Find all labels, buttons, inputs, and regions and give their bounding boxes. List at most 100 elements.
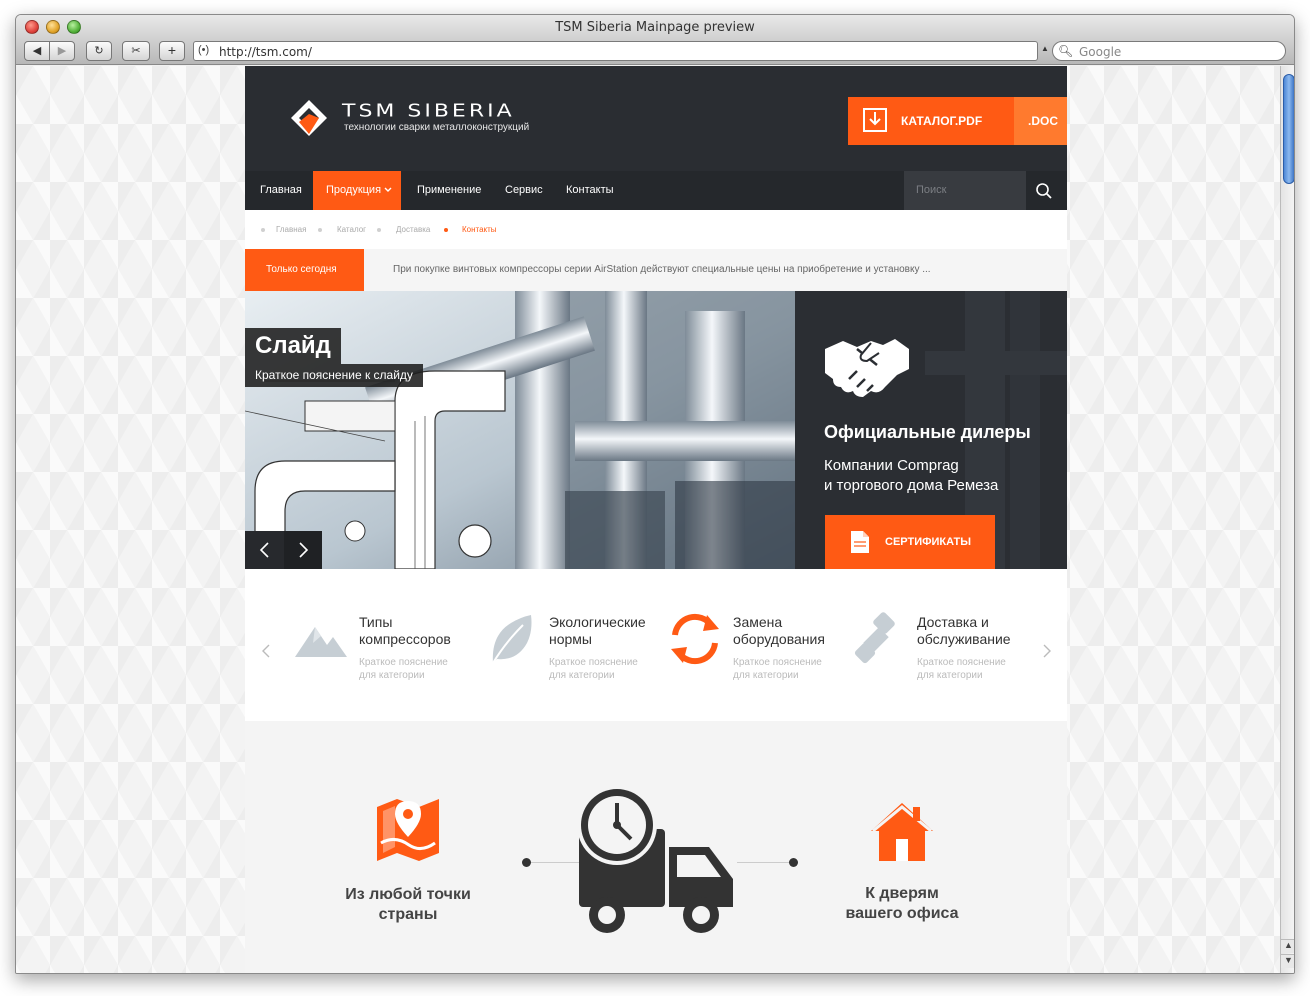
- logo-name[interactable]: TSM SIBERIA: [342, 101, 515, 122]
- certificates-button-label: СЕРТИФИКАТЫ: [885, 536, 971, 548]
- address-bar[interactable]: (•) http://tsm.com/: [193, 41, 1038, 61]
- snippet-button[interactable]: ✂: [122, 41, 150, 61]
- window-title: TSM Siberia Mainpage preview: [555, 20, 755, 35]
- site-header: TSM SIBERIA технологии сварки металлокон…: [245, 66, 1067, 171]
- catalog-pdf-button[interactable]: КАТАЛОГ.PDF: [848, 97, 1014, 145]
- mountains-icon: [295, 627, 347, 657]
- certificates-button[interactable]: СЕРТИФИКАТЫ: [825, 515, 995, 569]
- category-title-line1: Экологические: [549, 614, 646, 630]
- nav-item-application[interactable]: Применение: [417, 171, 481, 210]
- rss-icon: (•): [198, 44, 210, 56]
- delivery-to-line1: К дверям: [865, 885, 939, 902]
- vertical-scrollbar[interactable]: ▲ ▼: [1280, 66, 1294, 973]
- slider-prev-button[interactable]: [245, 531, 284, 569]
- breadcrumb-item-contacts: Контакты: [462, 225, 497, 234]
- search-icon[interactable]: [1035, 182, 1053, 200]
- leaf-icon: [492, 615, 532, 664]
- nav-item-contacts[interactable]: Контакты: [566, 171, 614, 210]
- wrench-icon: [854, 612, 895, 664]
- category-equipment-replacement[interactable]: Замена оборудования Краткое пояснение дл…: [667, 611, 847, 691]
- breadcrumb-dot: [261, 228, 265, 232]
- refresh-icon: [671, 613, 719, 665]
- slide-title: Слайд: [255, 332, 331, 359]
- handshake-icon: [825, 339, 909, 397]
- delivery-connector-dot: [789, 858, 798, 867]
- delivery-from-line2: страны: [378, 906, 438, 923]
- breadcrumb-dot: [318, 228, 322, 232]
- logo-tagline: технологии сварки металлоконструкций: [344, 122, 530, 133]
- chevron-right-icon: [299, 542, 309, 558]
- breadcrumb-dot: [377, 228, 381, 232]
- chevron-left-icon: [259, 542, 269, 558]
- breadcrumb-item-catalog[interactable]: Каталог: [337, 225, 366, 234]
- browser-search-placeholder: Google: [1079, 45, 1122, 59]
- catalog-pdf-label: КАТАЛОГ.PDF: [901, 114, 983, 128]
- catalog-doc-label: .DOC: [1028, 114, 1058, 128]
- hero-slider: Слайд Краткое пояснение к слайду: [245, 291, 795, 569]
- browser-toolbar: ◀ ▶ ↻ ✂ + (•) http://tsm.com/ ▲ 🔍︎ Googl…: [16, 41, 1294, 65]
- breadcrumb: Главная Каталог Доставка Контакты: [245, 210, 1067, 249]
- browser-search-field[interactable]: 🔍︎ Google: [1052, 41, 1286, 61]
- nav-item-service[interactable]: Сервис: [505, 171, 543, 210]
- forward-button[interactable]: ▶: [49, 41, 75, 61]
- forward-arrow-icon: ▶: [57, 45, 67, 57]
- dealers-panel: Официальные дилеры Компании Comprag и то…: [795, 291, 1067, 569]
- delivery-from-line1: Из любой точки: [345, 886, 471, 903]
- truck-clock-icon: [577, 785, 733, 933]
- add-bookmark-button[interactable]: +: [159, 41, 185, 61]
- nav-item-home[interactable]: Главная: [260, 171, 302, 210]
- category-desc-line2: для категории: [549, 670, 615, 681]
- nav-item-products[interactable]: Продукция: [313, 171, 401, 210]
- dealers-text-line2: и торгового дома Ремеза: [824, 477, 999, 494]
- category-desc-line1: Краткое пояснение: [917, 657, 1006, 668]
- magnifier-icon: 🔍︎: [1058, 44, 1074, 58]
- plus-icon: +: [167, 42, 177, 58]
- category-delivery-service[interactable]: Доставка и обслуживание Краткое пояснени…: [851, 611, 1031, 691]
- category-title-line2: нормы: [549, 631, 592, 647]
- reload-icon: ↻: [94, 45, 104, 57]
- delivery-to-line2: вашего офиса: [845, 905, 959, 922]
- site-search-input[interactable]: Поиск: [904, 171, 1026, 210]
- category-desc-line1: Краткое пояснение: [733, 657, 822, 668]
- scroll-up-arrow-icon[interactable]: ▲: [1281, 939, 1294, 953]
- browser-window: TSM Siberia Mainpage preview ◀ ▶ ↻ ✂ + (…: [15, 14, 1295, 974]
- download-icon: [863, 108, 887, 132]
- category-eco-norms[interactable]: Экологические нормы Краткое пояснение дл…: [483, 611, 663, 691]
- category-title-line2: оборудования: [733, 631, 825, 647]
- categories-carousel: Типы компрессоров Краткое пояснение для …: [245, 569, 1067, 721]
- reload-button[interactable]: ↻: [86, 41, 112, 61]
- category-title-line2: обслуживание: [917, 631, 1011, 647]
- category-desc-line2: для категории: [733, 670, 799, 681]
- categories-prev-arrow-icon[interactable]: [261, 643, 271, 659]
- delivery-connector-line: [737, 862, 793, 863]
- breadcrumb-item-delivery[interactable]: Доставка: [396, 225, 430, 234]
- promo-tag-label: Только сегодня: [266, 264, 337, 275]
- title-bar: TSM Siberia Mainpage preview: [16, 15, 1294, 41]
- logo-diamond-icon[interactable]: [289, 98, 329, 138]
- category-desc-line2: для категории: [359, 670, 425, 681]
- nav-item-products-label: Продукция: [326, 184, 382, 196]
- url-text: http://tsm.com/: [219, 45, 312, 59]
- url-dropdown-icon[interactable]: ▲: [1041, 44, 1049, 53]
- map-pin-icon: [377, 799, 439, 861]
- back-button[interactable]: ◀: [24, 41, 50, 61]
- slide-subtitle-box: Краткое пояснение к слайду: [245, 364, 423, 387]
- scrollbar-thumb[interactable]: [1283, 74, 1294, 184]
- scroll-down-arrow-icon[interactable]: ▼: [1281, 954, 1294, 968]
- tsm-site: TSM SIBERIA технологии сварки металлокон…: [245, 66, 1067, 973]
- promo-text[interactable]: При покупке винтовых компрессоры серии A…: [393, 264, 931, 275]
- slider-next-button[interactable]: [284, 531, 322, 569]
- breadcrumb-item-home[interactable]: Главная: [276, 225, 306, 234]
- category-desc-line1: Краткое пояснение: [359, 657, 448, 668]
- dealers-title: Официальные дилеры: [824, 422, 1031, 442]
- document-icon: [851, 531, 869, 553]
- site-search-placeholder: Поиск: [916, 184, 947, 196]
- chevron-down-icon: [384, 187, 392, 192]
- categories-next-arrow-icon[interactable]: [1042, 643, 1052, 659]
- catalog-doc-button[interactable]: .DOC: [1014, 97, 1067, 145]
- dealers-text-line1: Компании Comprag: [824, 457, 959, 474]
- slide-subtitle: Краткое пояснение к слайду: [255, 368, 413, 382]
- category-desc-line2: для категории: [917, 670, 983, 681]
- promo-strip: Только сегодня При покупке винтовых комп…: [245, 249, 1067, 291]
- category-compressor-types[interactable]: Типы компрессоров Краткое пояснение для …: [293, 611, 473, 691]
